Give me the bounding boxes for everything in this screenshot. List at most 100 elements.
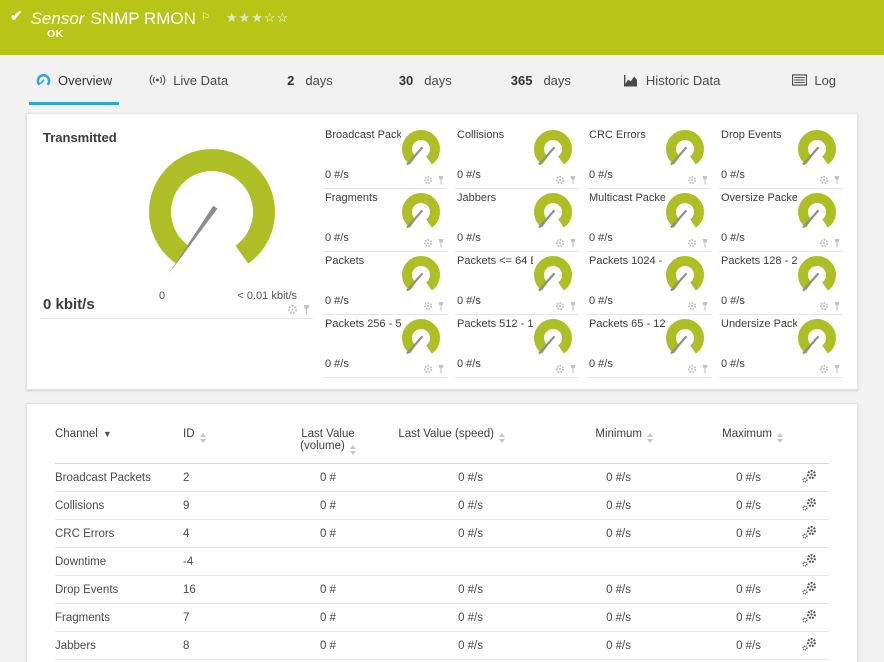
- mini-gauge-cell[interactable]: CRC Errors 0 #/s: [587, 126, 711, 189]
- mini-gauge-cell[interactable]: Packets 128 - 255 Bytes 0 #/s: [719, 252, 843, 315]
- channel-max-cell: 0 #/s: [659, 491, 789, 520]
- mini-gauge-dial: [534, 130, 572, 166]
- mini-gauge-cell[interactable]: Oversize Packets 0 #/s: [719, 189, 843, 252]
- mini-gauge-cell[interactable]: Broadcast Packets 0 #/s: [323, 126, 447, 189]
- tab-2-days[interactable]: 2 days: [280, 58, 340, 105]
- gauge-gear-icon[interactable]: [423, 364, 433, 374]
- channel-settings-icon[interactable]: [801, 553, 817, 567]
- tab-overview[interactable]: Overview: [29, 58, 120, 105]
- sort-icon: [199, 433, 206, 443]
- channel-name-cell[interactable]: Jabbers: [55, 631, 183, 660]
- tab-historic-data[interactable]: Historic Data: [616, 58, 727, 105]
- pin-icon[interactable]: [437, 364, 445, 374]
- pin-icon[interactable]: [701, 364, 709, 374]
- main-gauge-cell[interactable]: Transmitted 0 < 0.01 kbit/s 0 kbit/s: [41, 126, 313, 319]
- tab-365-days[interactable]: 365 days: [504, 58, 578, 105]
- gauge-gear-icon[interactable]: [555, 301, 565, 311]
- mini-gauge-value: 0 #/s: [325, 169, 349, 181]
- pin-icon[interactable]: [437, 175, 445, 185]
- mini-gauge-cell[interactable]: Packets 256 - 511 Bytes 0 #/s: [323, 315, 447, 378]
- pin-icon[interactable]: [833, 364, 841, 374]
- gauge-gear-icon[interactable]: [555, 238, 565, 248]
- mini-gauge-cell[interactable]: Collisions 0 #/s: [455, 126, 579, 189]
- tab-label: Log: [814, 72, 837, 88]
- mini-gauge-cell[interactable]: Packets 1024 - 1518 B... 0 #/s: [587, 252, 711, 315]
- channel-settings-icon[interactable]: [801, 581, 817, 595]
- mini-gauge-value: 0 #/s: [589, 358, 613, 370]
- tab-log[interactable]: Log: [785, 58, 843, 105]
- gauge-gear-icon[interactable]: [819, 175, 829, 185]
- pin-icon[interactable]: [569, 238, 577, 248]
- sensor-name: SNMP RMON: [90, 9, 196, 28]
- column-header-maximum[interactable]: Maximum: [659, 426, 789, 464]
- mini-gauge-cell[interactable]: Packets 512 - 1023 Byt... 0 #/s: [455, 315, 579, 378]
- channel-speed-cell: 0 #/s: [373, 519, 511, 548]
- gauge-gear-icon[interactable]: [687, 301, 697, 311]
- pin-icon[interactable]: [569, 175, 577, 185]
- mini-gauge-value: 0 #/s: [457, 295, 481, 307]
- channel-max-cell: 0 #/s: [659, 631, 789, 660]
- pin-icon[interactable]: [437, 301, 445, 311]
- channel-name-cell[interactable]: Fragments: [55, 603, 183, 632]
- tab-live-data[interactable]: Live Data: [142, 58, 235, 105]
- pin-icon[interactable]: [701, 175, 709, 185]
- column-header-id[interactable]: ID: [183, 426, 283, 464]
- mini-gauge-cell[interactable]: Undersize Packets 0 #/s: [719, 315, 843, 378]
- mini-gauge-title: Packets 128 - 255 Bytes: [721, 255, 797, 267]
- pin-icon[interactable]: [569, 364, 577, 374]
- mini-gauge-cell[interactable]: Packets 65 - 127 Bytes 0 #/s: [587, 315, 711, 378]
- gauge-gear-icon[interactable]: [555, 364, 565, 374]
- pin-icon[interactable]: [833, 175, 841, 185]
- table-row: Downtime -4: [55, 547, 829, 576]
- gauge-gear-icon[interactable]: [687, 238, 697, 248]
- mini-gauge-cell[interactable]: Packets 0 #/s: [323, 252, 447, 315]
- gauge-gear-icon[interactable]: [423, 238, 433, 248]
- mini-gauge-value: 0 #/s: [457, 358, 481, 370]
- mini-gauge-cell[interactable]: Fragments 0 #/s: [323, 189, 447, 252]
- mini-gauge-title: Multicast Packets: [589, 192, 665, 204]
- pin-icon[interactable]: [701, 301, 709, 311]
- gauge-gear-icon[interactable]: [819, 238, 829, 248]
- mini-gauge-cell[interactable]: Drop Events 0 #/s: [719, 126, 843, 189]
- pin-icon[interactable]: [302, 304, 311, 315]
- gauge-gear-icon[interactable]: [423, 301, 433, 311]
- gauge-gear-icon[interactable]: [555, 175, 565, 185]
- pin-icon[interactable]: [833, 238, 841, 248]
- channel-name-cell[interactable]: Downtime: [55, 547, 183, 576]
- channel-settings-icon[interactable]: [801, 609, 817, 623]
- channels-panel: Channel ▼ ID Last Value (volume) Last Val…: [26, 403, 858, 662]
- channel-name-cell[interactable]: Drop Events: [55, 575, 183, 604]
- channel-max-cell: 0 #/s: [659, 463, 789, 492]
- gauge-gear-icon[interactable]: [687, 364, 697, 374]
- pin-icon[interactable]: [569, 301, 577, 311]
- channel-name-cell[interactable]: Collisions: [55, 491, 183, 520]
- column-header-last-value-speed[interactable]: Last Value (speed): [373, 426, 511, 464]
- mini-gauge-cell[interactable]: Packets <= 64 Byte 0 #/s: [455, 252, 579, 315]
- mini-gauge-cell[interactable]: Jabbers 0 #/s: [455, 189, 579, 252]
- channel-settings-icon[interactable]: [801, 525, 817, 539]
- mini-gauge-dial: [798, 193, 836, 229]
- gauge-gear-icon[interactable]: [287, 304, 298, 315]
- pin-icon[interactable]: [701, 238, 709, 248]
- channel-settings-icon[interactable]: [801, 469, 817, 483]
- channel-name-cell[interactable]: CRC Errors: [55, 519, 183, 548]
- channel-settings-icon[interactable]: [801, 637, 817, 651]
- priority-stars[interactable]: ★★★☆☆: [226, 10, 289, 25]
- pin-icon[interactable]: [833, 301, 841, 311]
- mini-gauge-cell[interactable]: Multicast Packets 0 #/s: [587, 189, 711, 252]
- pin-icon[interactable]: [437, 238, 445, 248]
- flag-icon[interactable]: ⚐: [201, 12, 210, 23]
- column-header-minimum[interactable]: Minimum: [511, 426, 659, 464]
- tab-30-days[interactable]: 30 days: [392, 58, 459, 105]
- gauge-gear-icon[interactable]: [819, 364, 829, 374]
- channel-settings-icon[interactable]: [801, 497, 817, 511]
- channel-name-cell[interactable]: Broadcast Packets: [55, 463, 183, 492]
- gauge-gear-icon[interactable]: [687, 175, 697, 185]
- column-header-last-value-volume[interactable]: Last Value (volume): [283, 426, 373, 464]
- column-header-channel[interactable]: Channel ▼: [55, 426, 183, 464]
- table-row: Collisions 9 0 # 0 #/s 0 #/s 0 #/s: [55, 491, 829, 520]
- gauge-gear-icon[interactable]: [423, 175, 433, 185]
- mini-gauge-dial: [666, 319, 704, 355]
- main-gauge-max-label: < 0.01 kbit/s: [237, 290, 297, 302]
- gauge-gear-icon[interactable]: [819, 301, 829, 311]
